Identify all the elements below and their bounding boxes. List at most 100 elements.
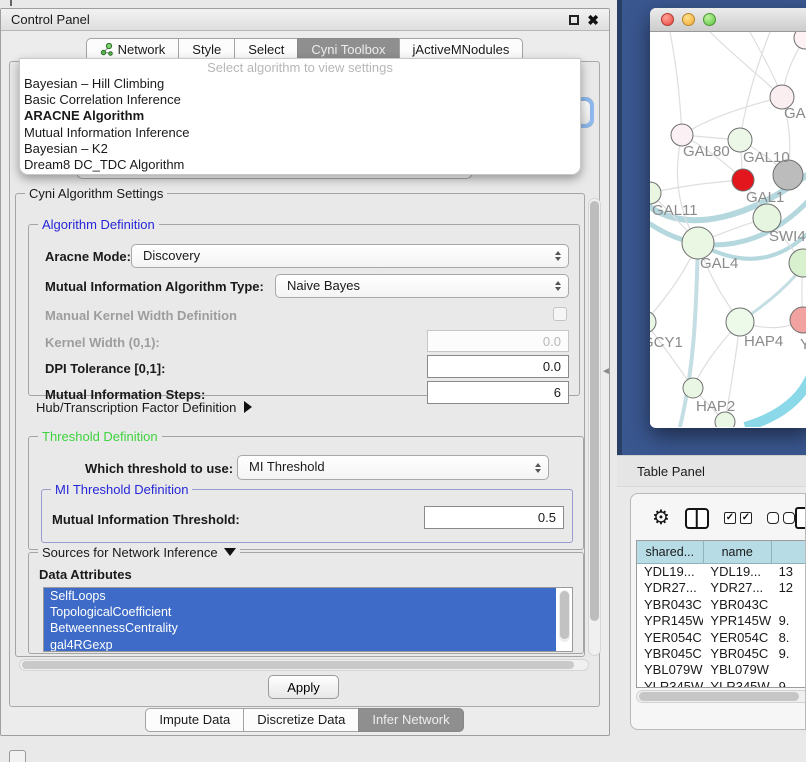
- table-cell[interactable]: YBR043C: [703, 597, 771, 613]
- table-cell[interactable]: 12: [772, 580, 806, 596]
- column-header[interactable]: name: [704, 541, 772, 564]
- network-node-hap2[interactable]: [683, 378, 703, 398]
- scrollbar-thumb[interactable]: [22, 661, 574, 669]
- network-canvas[interactable]: GALGAL80GAL10GAL1GAL11SWI4GAL4GCY1HAP4YH…: [650, 32, 806, 427]
- column-header[interactable]: shared...: [637, 541, 704, 564]
- dropdown-item[interactable]: Dream8 DC_TDC Algorithm: [20, 157, 580, 173]
- dropdown-item[interactable]: Bayesian – K2: [20, 141, 580, 157]
- attribute-list-item-selected[interactable]: gal4RGexp: [44, 637, 556, 652]
- table-row[interactable]: YBL079WYBL079W: [637, 662, 806, 678]
- scrollbar-thumb[interactable]: [590, 201, 599, 621]
- scrollbar-thumb[interactable]: [639, 692, 799, 701]
- select-all-columns-icon[interactable]: ✓ ✓: [724, 512, 752, 524]
- network-node-hap4[interactable]: [726, 308, 754, 336]
- column-header[interactable]: [772, 541, 806, 564]
- float-window-icon[interactable]: [569, 15, 579, 25]
- mi-steps-field[interactable]: 6: [427, 381, 569, 404]
- tab-infer-network[interactable]: Infer Network: [358, 708, 463, 732]
- table-cell[interactable]: 9.: [772, 613, 806, 629]
- table-cell[interactable]: YBL079W: [703, 662, 771, 678]
- network-node[interactable]: [794, 32, 806, 49]
- dpi-tolerance-field[interactable]: 0.0: [427, 355, 569, 378]
- table-cell[interactable]: YDL19...: [703, 564, 771, 580]
- node-label: GAL80: [683, 143, 730, 160]
- table-cell[interactable]: YDR27...: [637, 580, 703, 596]
- mi-threshold-field[interactable]: 0.5: [424, 506, 564, 529]
- table-cell[interactable]: YDR27...: [703, 580, 771, 596]
- table-cell[interactable]: [772, 662, 806, 678]
- network-node[interactable]: [732, 169, 754, 191]
- table-row[interactable]: YDR27...YDR27...12: [637, 580, 806, 596]
- table-cell[interactable]: YBR043C: [637, 597, 703, 613]
- network-node-gcy1[interactable]: [650, 311, 656, 333]
- table-cell[interactable]: YLR345W: [637, 679, 703, 688]
- table-row[interactable]: YER054CYER054C8.: [637, 630, 806, 646]
- zoom-traffic-light-icon[interactable]: [703, 13, 716, 26]
- settings-vertical-scrollbar[interactable]: [588, 198, 601, 656]
- minimized-panel-icon[interactable]: [9, 750, 26, 762]
- close-traffic-light-icon[interactable]: [661, 13, 674, 26]
- network-node-y[interactable]: [790, 307, 806, 333]
- tab-discretize-data[interactable]: Discretize Data: [243, 708, 359, 732]
- attribute-list-item-selected[interactable]: BetweennessCentrality: [44, 620, 556, 636]
- minimize-traffic-light-icon[interactable]: [682, 13, 695, 26]
- mi-algorithm-type-combobox[interactable]: Naive Bayes: [275, 274, 569, 298]
- table-cell[interactable]: YDL19...: [637, 564, 703, 580]
- network-node-swi4[interactable]: [789, 249, 806, 277]
- table-cell[interactable]: 9.: [772, 646, 806, 662]
- table-cell[interactable]: YER054C: [637, 630, 703, 646]
- table-cell[interactable]: YPR145W: [637, 613, 703, 629]
- checked-box-icon: ✓: [724, 512, 736, 524]
- table-cell[interactable]: 13: [772, 564, 806, 580]
- attribute-list-item-selected[interactable]: SelfLoops: [44, 588, 556, 604]
- dropdown-item[interactable]: ARACNE Algorithm: [20, 108, 580, 124]
- manual-kernel-width-label: Manual Kernel Width Definition: [45, 308, 237, 323]
- which-threshold-value: MI Threshold: [249, 459, 325, 474]
- panel-divider-collapse-icon[interactable]: ◄: [601, 366, 611, 377]
- dropdown-item[interactable]: Mutual Information Inference: [20, 125, 580, 141]
- tab-impute-data[interactable]: Impute Data: [145, 708, 244, 732]
- table-cell[interactable]: [772, 597, 806, 613]
- sources-group-title[interactable]: Sources for Network Inference: [38, 545, 240, 560]
- table-row[interactable]: YLR345WYLR345W9.: [637, 679, 806, 688]
- apply-button[interactable]: Apply: [268, 675, 339, 699]
- dropdown-item[interactable]: Basic Correlation Inference: [20, 92, 580, 108]
- table-panel-title: Table Panel: [637, 464, 705, 479]
- close-icon[interactable]: ✖: [587, 15, 599, 25]
- screen: Control Panel ✖ NetworkStyleSelectCyni T…: [0, 0, 806, 762]
- table-icon-partial[interactable]: [795, 507, 806, 529]
- aracne-mode-combobox[interactable]: Discovery: [131, 244, 569, 268]
- aracne-mode-value: Discovery: [143, 248, 200, 263]
- unchecked-box-icon: [783, 512, 795, 524]
- settings-horizontal-scrollbar[interactable]: [19, 659, 589, 671]
- gear-icon[interactable]: ⚙: [652, 508, 670, 528]
- collapse-down-icon: [224, 548, 236, 556]
- table-cell[interactable]: YER054C: [703, 630, 771, 646]
- attribute-list-item-selected[interactable]: TopologicalCoefficient: [44, 604, 556, 620]
- tab-label: jActiveMNodules: [413, 42, 510, 57]
- split-pane-icon[interactable]: [685, 508, 709, 529]
- table-row[interactable]: YPR145WYPR145W9.: [637, 613, 806, 629]
- network-node-gal11[interactable]: [650, 182, 661, 204]
- table-row[interactable]: YDL19...YDL19...13: [637, 564, 806, 580]
- list-scrollbar[interactable]: [559, 590, 570, 642]
- control-panel-title: Control Panel: [11, 12, 90, 27]
- table-cell[interactable]: 9.: [772, 679, 806, 688]
- table-cell[interactable]: YBL079W: [637, 662, 703, 678]
- kernel-width-label: Kernel Width (0,1):: [45, 335, 160, 350]
- dropdown-item[interactable]: Bayesian – Hill Climbing: [20, 76, 580, 92]
- table-cell[interactable]: YPR145W: [703, 613, 771, 629]
- table-cell[interactable]: YBR045C: [703, 646, 771, 662]
- table-row[interactable]: YBR045CYBR045C9.: [637, 646, 806, 662]
- table-cell[interactable]: 8.: [772, 630, 806, 646]
- table-cell[interactable]: YLR345W: [703, 679, 771, 688]
- table-cell[interactable]: YBR045C: [637, 646, 703, 662]
- table-row[interactable]: YBR043CYBR043C: [637, 597, 806, 613]
- table-horizontal-scrollbar[interactable]: [636, 690, 806, 703]
- data-attributes-list[interactable]: SelfLoopsTopologicalCoefficientBetweenne…: [43, 587, 573, 652]
- which-threshold-combobox[interactable]: MI Threshold: [237, 455, 549, 480]
- scrollbar-thumb[interactable]: [560, 591, 569, 639]
- network-icon: [100, 43, 113, 56]
- hub-factor-expander[interactable]: Hub/Transcription Factor Definition: [36, 400, 252, 415]
- deselect-all-columns-icon[interactable]: [767, 512, 795, 524]
